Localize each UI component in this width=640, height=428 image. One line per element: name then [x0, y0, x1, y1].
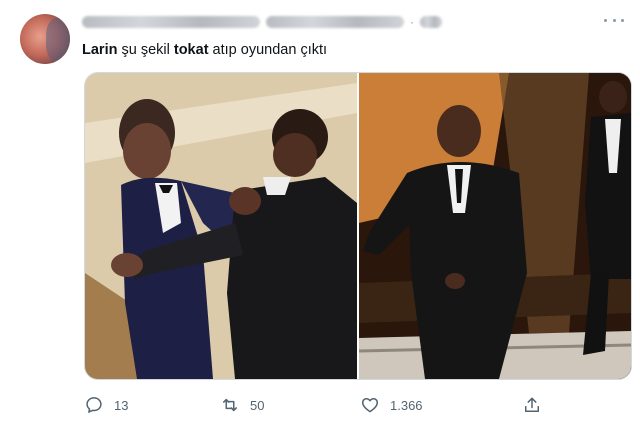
like-count: 1.366	[390, 397, 423, 413]
tweet-text-segment: tokat	[173, 42, 209, 58]
more-options-icon[interactable]	[604, 14, 624, 26]
retweet-count: 50	[250, 397, 265, 413]
tweet-text: Larin şu şekil tokat atıp oyundan çıktı	[82, 42, 327, 58]
like-button[interactable]: 1.366	[360, 392, 423, 418]
tweet-text-segment: şu şekil	[117, 42, 174, 58]
tweet-media[interactable]	[84, 72, 632, 380]
heart-icon	[361, 398, 379, 413]
retweet-button[interactable]: 50	[220, 392, 264, 418]
retweet-icon	[223, 398, 237, 412]
media-photo-slap[interactable]	[85, 73, 357, 379]
reply-icon	[86, 397, 102, 413]
share-button[interactable]	[522, 392, 542, 418]
media-photo-walk[interactable]	[359, 73, 631, 379]
tweet-text-segment: atıp oyundan çıktı	[208, 42, 328, 58]
tweet-text-segment: Larin	[82, 42, 118, 58]
tweet-actions: 13 50 1.366	[84, 392, 630, 418]
share-icon	[525, 397, 539, 412]
avatar[interactable]	[20, 14, 70, 64]
reply-button[interactable]: 13	[84, 392, 128, 418]
reply-count: 13	[114, 397, 129, 413]
author-name-redacted: ·	[82, 12, 442, 32]
